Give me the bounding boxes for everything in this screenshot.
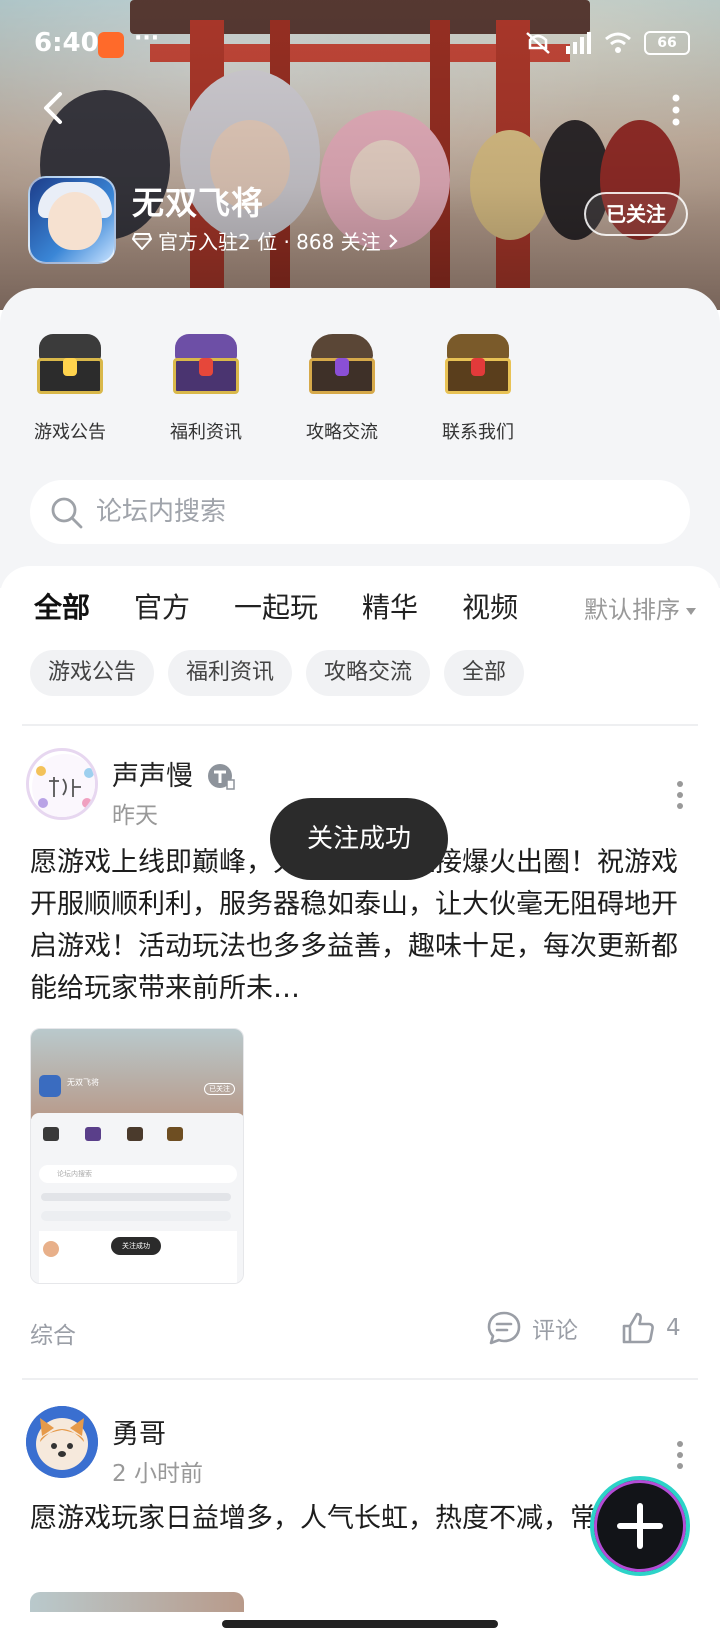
tab-featured[interactable]: 精华 [362, 586, 418, 632]
game-icon[interactable] [28, 176, 116, 264]
thumb-title: 无双飞将 [67, 1078, 99, 1087]
forum-header: 无双飞将 官方入驻2 位 · 868 关注 已关注 [28, 176, 692, 268]
battery-icon: 66 [644, 31, 690, 55]
post-time: 昨天 [112, 803, 158, 829]
forum-subtitle[interactable]: 官方入驻2 位 · 868 关注 [132, 226, 399, 255]
avatar[interactable] [26, 1406, 98, 1478]
diamond-icon [132, 232, 152, 250]
status-bar: 6:40 ··· 66 [0, 22, 720, 68]
quick-link-game-announcements[interactable]: 游戏公告 [10, 332, 130, 444]
chest-icon [35, 332, 105, 396]
plus-icon [617, 1503, 663, 1549]
wifi-icon [605, 32, 631, 53]
post-more-icon[interactable] [676, 780, 684, 810]
more-notifications-icon: ··· [134, 26, 160, 51]
post-more-icon[interactable] [676, 1440, 684, 1470]
tab-official[interactable]: 官方 [134, 586, 190, 632]
category-chips: 游戏公告 福利资讯 攻略交流 全部 [30, 650, 525, 696]
sort-dropdown[interactable]: 默认排序 [584, 590, 696, 625]
post-image[interactable] [30, 1592, 244, 1612]
caret-down-icon [686, 607, 696, 615]
quick-link-guides[interactable]: 攻略交流 [282, 332, 402, 444]
author-name[interactable]: 声声慢 [112, 754, 193, 793]
quick-link-contact-us[interactable]: 联系我们 [418, 332, 538, 444]
status-time: 6:40 [34, 28, 99, 58]
chest-icon [307, 332, 377, 396]
divider [22, 1378, 698, 1380]
chip-game-announcements[interactable]: 游戏公告 [30, 650, 155, 696]
thumb-follow: 已关注 [204, 1083, 235, 1095]
search-input[interactable] [96, 488, 656, 536]
post-image[interactable]: 无双飞将 已关注 论坛内搜索 关注成功 [30, 1028, 244, 1284]
chip-welfare-news[interactable]: 福利资讯 [168, 650, 293, 696]
feed-tabs: 全部 官方 一起玩 精华 视频 [34, 586, 518, 634]
thumb-search: 论坛内搜索 [39, 1165, 237, 1183]
app-notification-icon [98, 32, 124, 58]
verified-badge-icon [208, 764, 235, 790]
follow-button[interactable]: 已关注 [584, 192, 688, 236]
home-indicator[interactable] [222, 1620, 498, 1628]
quick-link-welfare-news[interactable]: 福利资讯 [146, 332, 266, 444]
toast-message: 关注成功 [270, 798, 448, 880]
comment-button[interactable]: 评论 [486, 1310, 578, 1346]
chip-all[interactable]: 全部 [444, 650, 525, 696]
like-count: 4 [666, 1315, 681, 1341]
search-bar[interactable] [30, 480, 690, 544]
more-options-icon[interactable] [670, 92, 682, 128]
comment-icon [487, 1311, 521, 1345]
thumbs-up-icon [622, 1312, 654, 1344]
thumb-toast: 关注成功 [111, 1237, 161, 1255]
author-name[interactable]: 勇哥 [112, 1412, 166, 1451]
chip-guides[interactable]: 攻略交流 [306, 650, 431, 696]
avatar[interactable] [26, 748, 98, 820]
chevron-right-icon [388, 233, 398, 248]
tab-play-together[interactable]: 一起玩 [234, 586, 318, 632]
back-icon[interactable] [34, 88, 74, 128]
post-time: 2 小时前 [112, 1461, 203, 1487]
create-post-button[interactable] [590, 1476, 690, 1576]
divider [22, 724, 698, 726]
search-icon [51, 497, 83, 529]
game-title: 无双飞将 [132, 184, 265, 222]
chest-icon [171, 332, 241, 396]
comment-label: 评论 [532, 1318, 578, 1344]
mute-icon [526, 32, 550, 54]
tab-video[interactable]: 视频 [462, 586, 518, 632]
tab-all[interactable]: 全部 [34, 586, 91, 634]
post-category[interactable]: 综合 [30, 1316, 76, 1350]
forum-stats: 官方入驻2 位 · 868 关注 [158, 230, 381, 254]
avatar-image [26, 1406, 98, 1478]
like-button[interactable]: 4 [620, 1310, 681, 1346]
chest-icon [443, 332, 513, 396]
signal-icon [566, 32, 591, 54]
